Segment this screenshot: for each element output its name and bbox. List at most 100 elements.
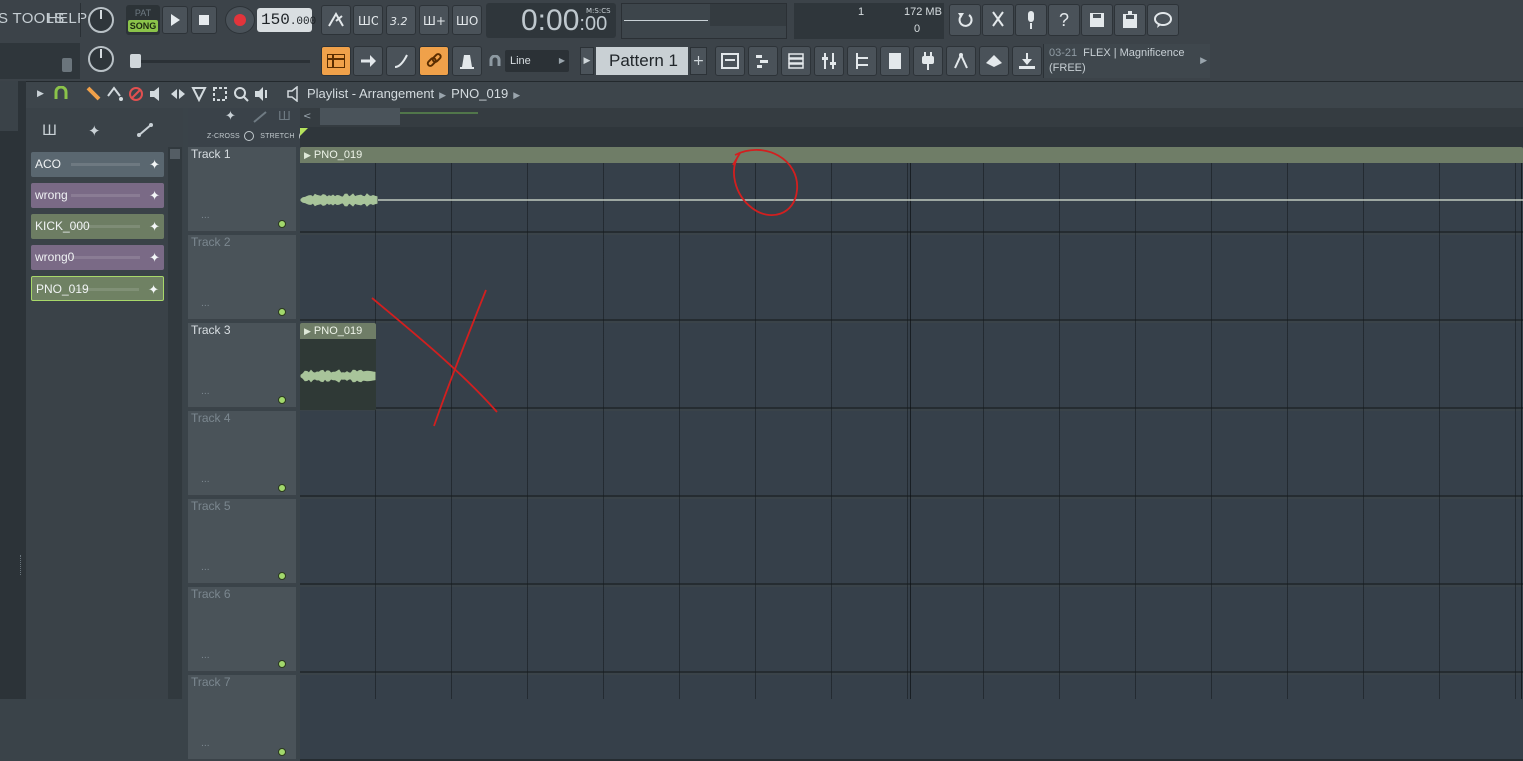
clip-picker-item[interactable]: KICK_000 ✦: [31, 214, 164, 239]
pattern-menu-arrow-icon[interactable]: ▶: [580, 47, 594, 75]
audio-clip-track3[interactable]: ▶ PNO_019: [300, 323, 376, 339]
track-options-icon[interactable]: ...: [201, 739, 210, 749]
snap-mode-select[interactable]: Line ▶: [505, 50, 569, 72]
track-mute-led-icon[interactable]: [278, 748, 286, 756]
play-button[interactable]: [162, 6, 188, 34]
playback-tool-icon[interactable]: [254, 86, 270, 105]
select-tool-icon[interactable]: [212, 86, 228, 105]
master-volume-slider-handle[interactable]: [130, 54, 141, 68]
track-options-icon[interactable]: ...: [201, 475, 210, 485]
plugin-picker-button[interactable]: [946, 46, 976, 76]
audio-clip-track1[interactable]: ▶ PNO_019: [300, 147, 1523, 163]
next-step-button[interactable]: [353, 46, 383, 76]
track-header[interactable]: Track 5...: [188, 499, 296, 585]
typing-keyboard-button[interactable]: [452, 46, 482, 76]
help-button[interactable]: ?: [1048, 4, 1080, 36]
clip-picker-item[interactable]: wrong0 ✦: [31, 245, 164, 270]
metronome-button[interactable]: [321, 5, 351, 35]
clip-picker-item[interactable]: PNO_019 ✦: [31, 276, 164, 301]
browser-button[interactable]: [847, 46, 877, 76]
download-button[interactable]: [1012, 46, 1042, 76]
mute-tool-icon[interactable]: [149, 86, 165, 105]
track-lane[interactable]: [300, 323, 1523, 409]
track-name[interactable]: Track 6: [191, 587, 231, 601]
channel-rack-button[interactable]: [781, 46, 811, 76]
magnet-snap-icon[interactable]: [54, 85, 68, 103]
track-header[interactable]: Track 4...: [188, 411, 296, 497]
track-header[interactable]: Track 7...: [188, 675, 296, 761]
track-options-icon[interactable]: ...: [201, 651, 210, 661]
pattern-name[interactable]: Pattern 1: [596, 47, 688, 75]
clip-menu-arrow-icon[interactable]: ▶: [304, 326, 311, 336]
patterns-tab-icon[interactable]: Ш: [42, 123, 57, 139]
master-pitch-knob[interactable]: [88, 46, 114, 72]
track-name[interactable]: Track 2: [191, 235, 231, 249]
paint-tool-icon[interactable]: [106, 86, 124, 105]
mixer-button[interactable]: [814, 46, 844, 76]
add-pattern-button[interactable]: +: [690, 47, 707, 75]
slip-tool-icon[interactable]: [170, 86, 186, 105]
scroll-left-icon[interactable]: <: [303, 111, 311, 122]
track-options-icon[interactable]: ...: [201, 387, 210, 397]
track-mute-led-icon[interactable]: [278, 484, 286, 492]
draw-tool-icon[interactable]: [86, 86, 102, 105]
countdown-button[interactable]: 3.2: [386, 5, 416, 35]
track-header[interactable]: Track 6...: [188, 587, 296, 673]
stop-button[interactable]: [191, 6, 217, 34]
track-lane[interactable]: [300, 587, 1523, 673]
slice-tool-icon[interactable]: [191, 86, 207, 105]
overview-scroll-thumb[interactable]: [320, 108, 400, 125]
track-mute-led-icon[interactable]: [278, 220, 286, 228]
cut-tool-button[interactable]: [982, 4, 1014, 36]
playlist-menu-arrow-icon[interactable]: ▶: [37, 89, 44, 99]
wait-for-input-button[interactable]: ШО: [353, 5, 383, 35]
record-audio-button[interactable]: [1015, 4, 1047, 36]
loop-record-button[interactable]: ШO: [452, 5, 482, 35]
track-lane[interactable]: [300, 675, 1523, 761]
track-header[interactable]: Track 1...: [188, 147, 296, 233]
track-name[interactable]: Track 5: [191, 499, 231, 513]
link-button[interactable]: [419, 46, 449, 76]
save-button[interactable]: [1081, 4, 1113, 36]
audio-clip-icon[interactable]: ✦: [225, 109, 236, 124]
clip-picker-item[interactable]: wrong ✦: [31, 183, 164, 208]
pattern-selector[interactable]: ▶ Pattern 1 +: [580, 47, 707, 75]
hint-bar[interactable]: 03-21 FLEX | Magnificence (FREE) ▶: [1043, 44, 1210, 78]
track-mute-led-icon[interactable]: [278, 572, 286, 580]
track-options-icon[interactable]: ...: [201, 563, 210, 573]
track-header[interactable]: Track 3...: [188, 323, 296, 409]
track-options-icon[interactable]: ...: [201, 211, 210, 221]
track-mute-led-icon[interactable]: [278, 660, 286, 668]
track-options-icon[interactable]: ...: [201, 299, 210, 309]
song-time-display[interactable]: 0:00:00 M:S:CS: [486, 3, 616, 38]
playlist-view-button[interactable]: [321, 46, 351, 76]
master-volume-slider-rail[interactable]: [130, 60, 310, 63]
news-button[interactable]: [1147, 4, 1179, 36]
track-name[interactable]: Track 1: [191, 147, 231, 161]
playlist-window-button[interactable]: [715, 46, 745, 76]
track-mute-led-icon[interactable]: [278, 396, 286, 404]
track-name[interactable]: Track 3: [191, 323, 231, 337]
picker-scrollbar-thumb[interactable]: [170, 149, 180, 159]
track-lane[interactable]: [300, 235, 1523, 321]
automation-tab-icon[interactable]: [136, 122, 154, 141]
audio-clips-tab-icon[interactable]: ✦: [88, 122, 101, 140]
track-name[interactable]: Track 4: [191, 411, 231, 425]
track-mute-led-icon[interactable]: [278, 308, 286, 316]
piano-roll-button[interactable]: [748, 46, 778, 76]
clip-menu-arrow-icon[interactable]: ▶: [304, 150, 311, 160]
pat-song-toggle[interactable]: PAT SONG: [126, 5, 160, 35]
track-lane[interactable]: [300, 499, 1523, 585]
master-volume-knob[interactable]: [88, 7, 114, 33]
audio-editor-button[interactable]: [979, 46, 1009, 76]
timeline-ruler[interactable]: [300, 127, 1523, 147]
undo-button[interactable]: [949, 4, 981, 36]
track-header[interactable]: Track 2...: [188, 235, 296, 321]
pattern-icon[interactable]: Ш: [278, 109, 291, 123]
track-name[interactable]: Track 7: [191, 675, 231, 689]
tempo-display[interactable]: 150.000: [257, 8, 316, 32]
automation-icon[interactable]: [252, 110, 268, 127]
resize-grip[interactable]: [20, 555, 24, 575]
save-as-button[interactable]: [1114, 4, 1146, 36]
project-info-button[interactable]: [880, 46, 910, 76]
